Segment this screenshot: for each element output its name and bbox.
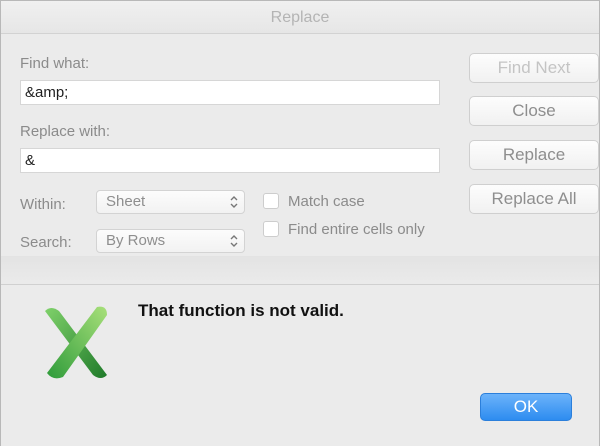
- entire-cells-label: Find entire cells only: [288, 221, 425, 238]
- alert-sheet: That function is not valid. OK: [1, 284, 599, 446]
- search-label: Search:: [20, 234, 72, 251]
- within-select-value: Sheet: [106, 193, 146, 210]
- find-what-label: Find what:: [20, 55, 90, 72]
- replace-button[interactable]: Replace: [469, 140, 599, 170]
- find-next-button[interactable]: Find Next: [469, 53, 599, 83]
- search-select-value: By Rows: [106, 232, 166, 249]
- ok-button[interactable]: OK: [480, 393, 572, 421]
- within-select[interactable]: Sheet: [96, 190, 245, 214]
- replace-with-label: Replace with:: [20, 123, 111, 140]
- updown-chevron-icon: [230, 196, 238, 208]
- alert-message: That function is not valid.: [138, 301, 344, 320]
- match-case-checkbox[interactable]: [263, 193, 279, 209]
- replace-with-input[interactable]: &: [20, 148, 440, 173]
- excel-icon: [45, 306, 107, 379]
- find-what-input[interactable]: &amp;: [20, 80, 440, 105]
- close-button[interactable]: Close: [469, 96, 599, 126]
- updown-chevron-icon: [230, 235, 238, 247]
- within-label: Within:: [20, 196, 66, 213]
- match-case-label: Match case: [288, 193, 365, 210]
- dialog-shadow: [1, 256, 599, 286]
- search-select[interactable]: By Rows: [96, 229, 245, 253]
- entire-cells-checkbox[interactable]: [263, 221, 279, 237]
- replace-all-button[interactable]: Replace All: [469, 184, 599, 214]
- replace-dialog: Replace Find what: &amp; Replace with: &…: [0, 0, 600, 446]
- window-title: Replace: [1, 1, 599, 34]
